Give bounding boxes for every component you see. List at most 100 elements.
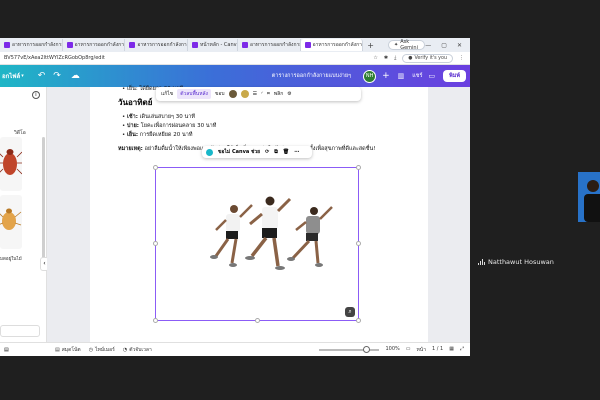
fullscreen-icon[interactable]: ⤢	[460, 346, 464, 354]
rotate-icon[interactable]: ⟳	[265, 149, 269, 155]
toolbar-bg-remover-button[interactable]: ตัวลบพื้นหลัง	[177, 89, 211, 99]
zoom-level[interactable]: 100%	[385, 346, 399, 354]
runner-figure	[245, 196, 292, 270]
print-button[interactable]: พิมพ์	[443, 70, 466, 82]
browser-tab[interactable]: อาหารการออกกำลังกาย...✕	[125, 39, 189, 51]
more-icon[interactable]: ⋯	[294, 149, 299, 155]
undo-icon[interactable]: ↶	[38, 71, 46, 81]
add-collaborator-icon[interactable]: +	[382, 71, 390, 81]
line-style-icon[interactable]: ☰	[253, 91, 257, 97]
extension-icon[interactable]: ✱	[384, 55, 388, 61]
minimize-icon[interactable]: —	[425, 42, 431, 49]
browser-tab-active[interactable]: อาหารการออกกำลังกาย...✕	[300, 39, 364, 51]
delete-icon[interactable]: 🗑	[283, 149, 289, 155]
maximize-icon[interactable]: ▢	[441, 42, 447, 49]
resize-handle[interactable]	[153, 165, 158, 170]
zoom-slider-knob[interactable]	[363, 345, 371, 353]
left-bottom-bar: ▤	[0, 342, 47, 356]
browser-tab[interactable]: อาหารการออกกำลังกาย...✕	[63, 39, 126, 51]
resize-handle[interactable]	[356, 241, 361, 246]
file-menu[interactable]: อกไฟล์	[0, 71, 20, 81]
chevron-down-icon: ▾	[21, 73, 24, 79]
shared-screen: อาหารการออกกำลังกาย...✕ อาหารการออกกำลัง…	[0, 38, 470, 356]
document-page[interactable]: • เย็น: ได้ยืดยาว 30 นาที วันอาทิตย์ • เ…	[90, 86, 428, 342]
canva-header: อกไฟล์ ▾ ↶ ↷ ☁ ตารางการออกกำลังกายแบบง่า…	[0, 65, 470, 87]
timer-button[interactable]: ◷ ไทม์เมอร์	[89, 346, 115, 354]
address-bar-actions: ☆ ✱ ⤓ ● Verify it's you ⋮	[373, 53, 470, 63]
mite-red-icon	[0, 149, 22, 175]
meeting-stage: อาหารการออกกำลังกาย...✕ อาหารการออกกำลัง…	[0, 0, 600, 400]
mite-sticker[interactable]	[0, 137, 22, 191]
close-window-icon[interactable]: ✕	[457, 42, 462, 49]
pages-icon[interactable]: ▭	[406, 346, 411, 354]
redo-icon[interactable]: ↷	[53, 71, 61, 81]
runner-figure	[287, 206, 333, 267]
download-icon[interactable]: ⤓	[394, 55, 396, 61]
resize-handle[interactable]	[356, 165, 361, 170]
share-button[interactable]: แชร์	[412, 72, 422, 80]
pages-button[interactable]: หน้า	[416, 346, 426, 354]
color-swatch[interactable]	[228, 90, 237, 98]
zoom-slider[interactable]	[319, 345, 380, 353]
page-count: 1 / 1	[432, 345, 444, 352]
browser-tab[interactable]: หน้าหลัก - Canva✕	[188, 39, 238, 51]
mite-sticker[interactable]	[0, 195, 22, 249]
bullet-item: • เย็น: การยืดเหยียด 20 นาที	[122, 132, 193, 138]
canvas-area: • เย็น: ได้ยืดยาว 30 นาที วันอาทิตย์ • เ…	[47, 86, 470, 342]
avatar[interactable]: NH	[363, 69, 377, 83]
bullet-item: • เช้า: เดินเล่นสบายๆ 30 นาที	[122, 114, 195, 120]
canva-favicon-icon	[241, 42, 248, 48]
mite-yellow-icon	[0, 208, 22, 230]
runners-image	[210, 196, 333, 270]
resize-handle[interactable]	[255, 318, 260, 323]
canva-assistant-button[interactable]: ขอไม่ Canva ช่วย	[218, 148, 260, 156]
magic-search-icon[interactable]: ⌕	[345, 307, 355, 317]
window-controls: — ▢ ✕	[425, 42, 470, 49]
verify-button[interactable]: ● Verify it's you	[402, 53, 453, 63]
grid-view-icon[interactable]: ▦	[449, 346, 454, 354]
animate-icon[interactable]: ⚙	[287, 91, 291, 97]
bullet-item: • บ่าย: โยคะเพื่อการผ่อนคลาย 30 นาที	[122, 123, 217, 129]
status-bar: ▤ สมุดโน้ต ◷ ไทม์เมอร์ ◔ ตัวจับเวลา 100% ▭ …	[47, 342, 470, 356]
menu-icon[interactable]: ⋮	[459, 55, 464, 61]
selected-image[interactable]: ⌕	[153, 165, 361, 323]
notes-icon: ▤	[4, 346, 9, 353]
document-title[interactable]: ตารางการออกกำลังกายแบบง่ายๆ	[272, 72, 351, 80]
floating-toolbar: ขอไม่ Canva ช่วย ⟳ ⧉ 🗑 ⋯	[202, 146, 312, 158]
sticker-caption: มดอยู่ในไม้	[0, 257, 22, 262]
elements-panel: i วิดีโอ ‹ มดอยู่ในไม้	[0, 87, 49, 356]
status-right: 100% ▭ หน้า 1 / 1 ▦ ⤢	[385, 346, 470, 354]
participant-video-tile[interactable]	[578, 172, 600, 222]
toolbar-flip-button[interactable]: พลิก	[274, 90, 283, 98]
cloud-save-icon[interactable]: ☁	[71, 71, 80, 81]
comment-icon[interactable]: ▭	[428, 72, 435, 80]
url-text[interactable]: BV577vE/xAea2lttWYlZcRGobOp8rg/edit	[0, 55, 105, 61]
browser-tab[interactable]: อาหารการออกกำลังกาย...✕	[238, 39, 301, 51]
color-swatch[interactable]	[240, 90, 249, 98]
panel-scrollbar[interactable]	[42, 137, 45, 267]
browser-tab[interactable]: อาหารการออกกำลังกาย...✕	[0, 39, 63, 51]
canva-favicon-icon	[192, 42, 199, 48]
resize-handle[interactable]	[153, 318, 158, 323]
duplicate-icon[interactable]: ⧉	[274, 149, 278, 155]
star-icon[interactable]: ☆	[373, 55, 377, 61]
notes-button[interactable]: ▤ สมุดโน้ต	[55, 346, 81, 354]
resize-handle[interactable]	[356, 318, 361, 323]
new-tab-button[interactable]: +	[363, 41, 378, 50]
insights-icon[interactable]: ▥	[398, 72, 405, 80]
profile-icon: ●	[408, 55, 413, 61]
info-icon[interactable]: i	[32, 91, 40, 99]
toolbar-edit-button[interactable]: แก้ไข	[161, 90, 173, 98]
toolbar-border-button[interactable]: ขอบ	[215, 90, 225, 98]
resize-handle[interactable]	[153, 241, 158, 246]
audio-level-icon	[478, 259, 485, 265]
canva-favicon-icon	[304, 42, 311, 48]
panel-section-label: วิดีโอ	[14, 130, 26, 136]
panel-input[interactable]	[0, 325, 40, 337]
ask-gemini-button[interactable]: ✦ Ask Gemini	[388, 39, 426, 51]
gemini-icon: ✦	[394, 42, 399, 48]
corner-rounding-icon[interactable]: ◜	[261, 91, 263, 97]
stopwatch-button[interactable]: ◔ ตัวจับเวลา	[123, 346, 152, 354]
crop-icon[interactable]: ⌗	[267, 91, 270, 97]
timer-icon: ◷	[88, 346, 94, 353]
